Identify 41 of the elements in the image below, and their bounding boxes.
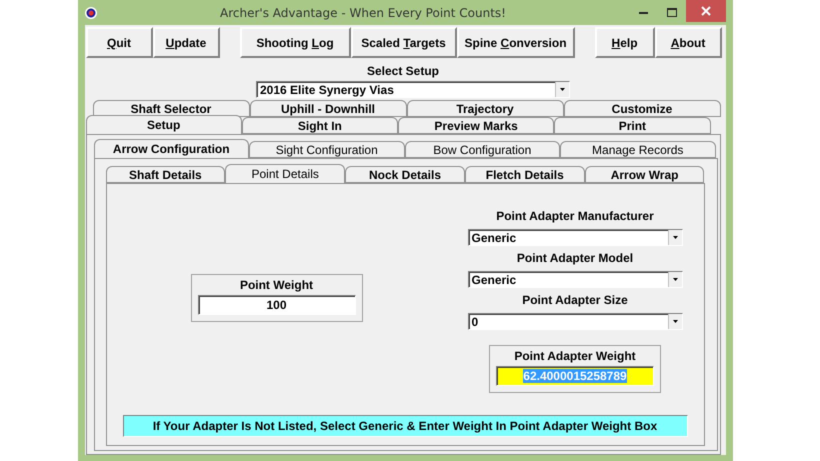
tab[interactable]: Arrow Configuration [94,139,249,158]
tab[interactable]: Shaft Details [106,166,226,183]
tab[interactable]: Sight In [242,117,398,134]
tab[interactable]: Bow Configuration [404,141,560,158]
close-icon [700,6,710,16]
menu-button[interactable]: Help [594,27,655,58]
setup-dropdown[interactable]: 2016 Elite Synergy Vias [256,81,570,98]
field-label: Point Adapter Model [516,251,634,265]
tab[interactable]: Customize [564,100,720,117]
tab[interactable]: Setup [86,115,242,134]
adapter-dropdown[interactable]: Generic [468,271,682,288]
tab[interactable]: Nock Details [345,166,465,183]
menu-button[interactable]: Shooting Log [240,27,350,58]
field-label: Point Adapter Manufacturer [496,209,654,223]
tab[interactable]: Point Details [225,164,346,183]
menu-button[interactable]: Spine Conversion [456,27,575,58]
menu-button[interactable]: About [654,27,722,58]
adapter-dropdown[interactable]: Generic [468,229,682,246]
tab[interactable]: Sight Configuration [249,141,404,158]
adapter-weight-label: Point Adapter Weight [514,349,636,363]
tab[interactable]: Print [554,117,710,134]
app-icon [84,6,96,18]
point-weight-field[interactable]: 100 [198,295,356,315]
menu-button[interactable]: Scaled Targets [350,27,456,58]
info-banner: If Your Adapter Is Not Listed, Select Generic & Enter Weight In Point Adapter Weight Box [122,415,688,437]
setup-label: Select Setup [366,64,440,78]
adapter-dropdown[interactable]: 0 [468,313,682,330]
tab[interactable]: Uphill - Downhill [250,100,406,117]
point-weight-label: Point Weight [240,278,314,292]
tab[interactable]: Trajectory [406,100,564,117]
window-title: Archer's Advantage - When Every Point Counts! [219,6,507,20]
tab[interactable]: Arrow Wrap [584,166,704,183]
tab[interactable]: Manage Records [560,141,716,158]
field-label: Point Adapter Size [522,293,628,307]
tab[interactable]: Preview Marks [398,117,554,134]
menu-button[interactable]: Update [152,27,220,58]
close-button[interactable] [686,0,726,22]
maximize-icon [666,8,676,17]
minimize-icon [639,11,648,14]
tab[interactable]: Fletch Details [464,166,585,183]
menu-button[interactable]: Quit [86,27,152,58]
